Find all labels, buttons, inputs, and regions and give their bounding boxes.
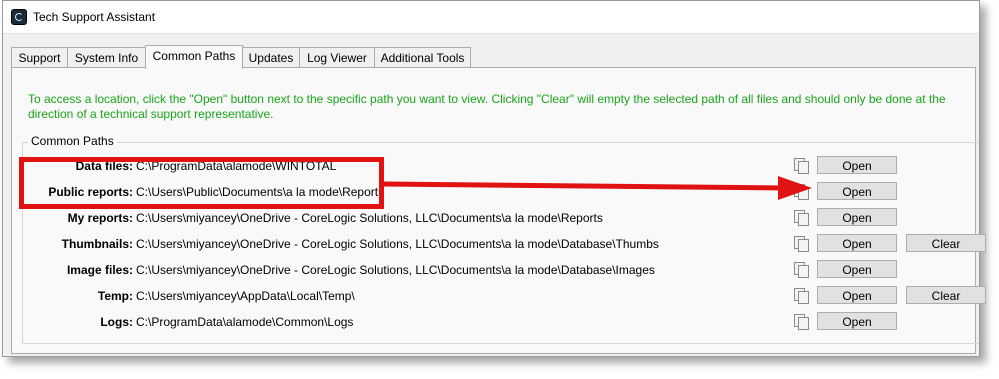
group-legend: Common Paths	[28, 134, 117, 148]
path-value: C:\ProgramData\alamode\WINTOTAL	[136, 159, 337, 173]
path-value: C:\Users\Public\Documents\a la mode\Repo…	[136, 185, 385, 199]
path-row-temp: Temp: C:\Users\miyancey\AppData\Local\Te…	[23, 285, 986, 307]
tab-log-viewer[interactable]: Log Viewer	[299, 47, 375, 68]
clear-button-thumbnails[interactable]: Clear	[906, 234, 986, 252]
path-value: C:\Users\miyancey\OneDrive - CoreLogic S…	[136, 263, 655, 277]
tab-common-paths[interactable]: Common Paths	[145, 45, 243, 69]
tab-updates[interactable]: Updates	[242, 47, 300, 68]
path-value: C:\ProgramData\alamode\Common\Logs	[136, 315, 354, 329]
path-row-image-files: Image files: C:\Users\miyancey\OneDrive …	[23, 259, 983, 281]
path-value: C:\Users\miyancey\OneDrive - CoreLogic S…	[136, 237, 659, 251]
open-button-logs[interactable]: Open	[817, 312, 897, 330]
path-label: Thumbnails:	[61, 237, 133, 251]
open-button-public-reports[interactable]: Open	[817, 182, 897, 200]
copy-icon[interactable]	[793, 287, 809, 304]
copy-icon[interactable]	[793, 209, 809, 226]
open-button-data-files[interactable]: Open	[817, 156, 897, 174]
open-button-temp[interactable]: Open	[817, 286, 897, 304]
path-label: Data files:	[75, 159, 133, 173]
path-value: C:\Users\miyancey\AppData\Local\Temp\	[136, 289, 355, 303]
path-row-data-files: Data files: C:\ProgramData\alamode\WINTO…	[23, 155, 983, 177]
copy-icon[interactable]	[793, 313, 809, 330]
tab-additional-tools[interactable]: Additional Tools	[374, 47, 471, 68]
path-value: C:\Users\miyancey\OneDrive - CoreLogic S…	[136, 211, 603, 225]
common-paths-group: Common Paths Data files: C:\ProgramData\…	[22, 134, 986, 344]
path-label: Logs:	[100, 315, 133, 329]
path-label: My reports:	[67, 211, 133, 225]
open-button-my-reports[interactable]: Open	[817, 208, 897, 226]
open-button-thumbnails[interactable]: Open	[817, 234, 897, 252]
path-label: Temp:	[97, 289, 133, 303]
tab-support[interactable]: Support	[11, 47, 68, 68]
title-bar: Tech Support Assistant	[3, 1, 979, 34]
path-row-public-reports: Public reports: C:\Users\Public\Document…	[23, 181, 983, 203]
open-button-image-files[interactable]: Open	[817, 260, 897, 278]
path-row-thumbnails: Thumbnails: C:\Users\miyancey\OneDrive -…	[23, 233, 986, 255]
window-title: Tech Support Assistant	[33, 10, 156, 24]
copy-icon[interactable]	[793, 261, 809, 278]
app-window: Tech Support Assistant Support System In…	[2, 0, 986, 357]
path-row-my-reports: My reports: C:\Users\miyancey\OneDrive -…	[23, 207, 983, 229]
path-label: Public reports:	[48, 185, 133, 199]
copy-icon[interactable]	[793, 157, 809, 174]
clear-button-temp[interactable]: Clear	[906, 286, 986, 304]
common-paths-panel: To access a location, click the "Open" b…	[11, 67, 986, 354]
tab-system-info[interactable]: System Info	[67, 47, 146, 68]
copy-icon[interactable]	[793, 235, 809, 252]
instructions-text: To access a location, click the "Open" b…	[28, 92, 946, 121]
path-label: Image files:	[66, 263, 133, 277]
copy-icon[interactable]	[793, 183, 809, 200]
path-row-logs: Logs: C:\ProgramData\alamode\Common\Logs…	[23, 311, 983, 333]
app-logo-icon	[11, 9, 27, 25]
